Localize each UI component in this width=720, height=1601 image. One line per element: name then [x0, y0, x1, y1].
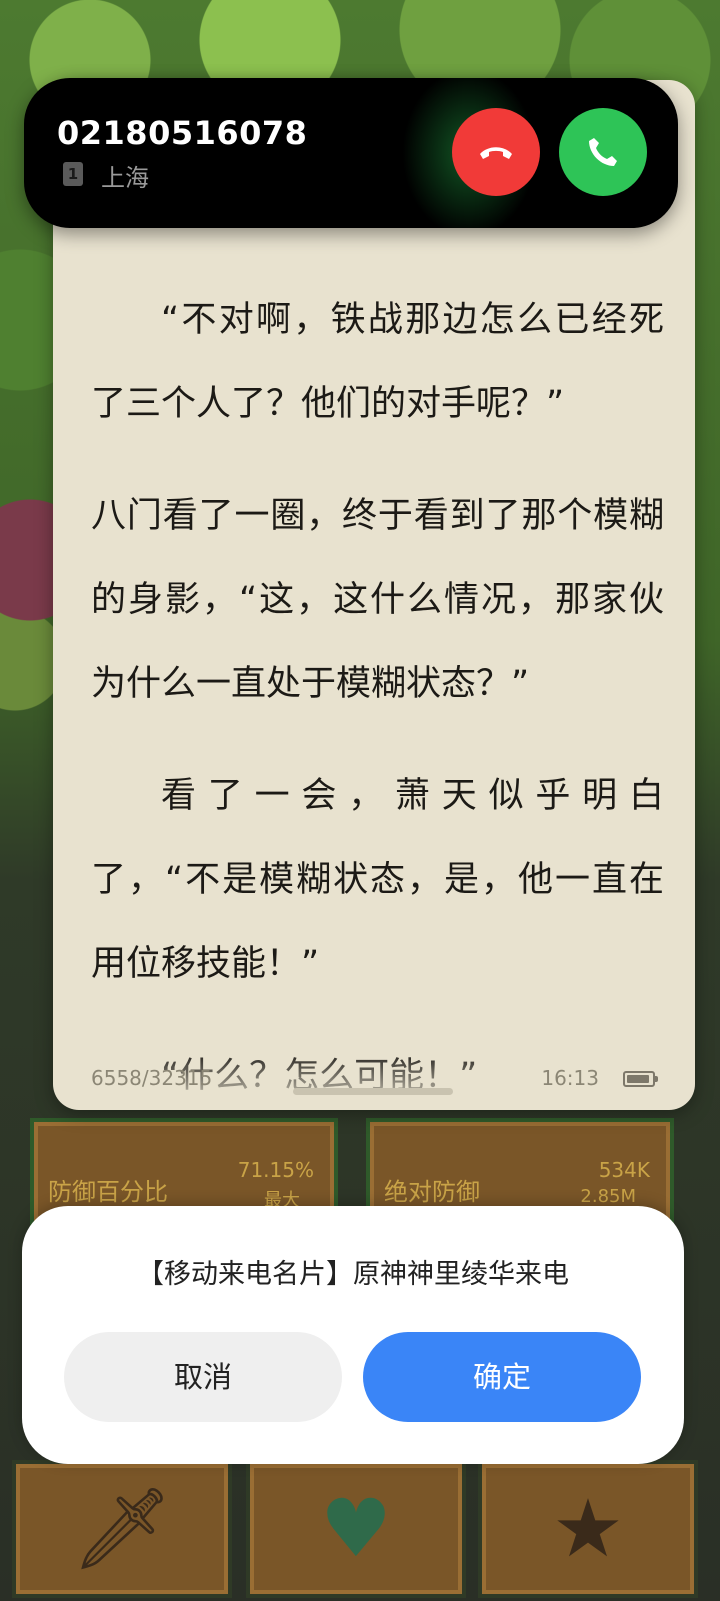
decline-call-button[interactable]	[452, 108, 540, 196]
cancel-button[interactable]: 取消	[64, 1332, 342, 1422]
game-tab-weapon[interactable]: 🗡	[12, 1460, 232, 1598]
incoming-call-notification[interactable]: 02180516078 1 上海	[24, 78, 678, 228]
paragraph-2: 八门看了一圈，终于看到了那个模糊的身影，“这，这什么情况，那家伙为什么一直处于模…	[91, 496, 664, 704]
game-tab-star[interactable]: ★	[478, 1460, 698, 1598]
paragraph-3: 看了一会，萧天似乎明白了，“不是模糊状态，是，他一直在用位移技能！”	[91, 776, 664, 984]
phone-hangup-icon	[480, 147, 512, 159]
absolute-defense-sub: 2.85M	[580, 1186, 636, 1207]
dialog-message: 【移动来电名片】原神神里绫华来电	[137, 1259, 569, 1290]
battery-icon	[623, 1071, 658, 1087]
sword-icon: 🗡	[71, 1482, 173, 1575]
phone-icon	[589, 138, 617, 166]
reader-footer: 6558/32315 16:13	[91, 1066, 658, 1096]
accept-call-button[interactable]	[559, 108, 647, 196]
call-card-dialog: 【移动来电名片】原神神里绫华来电 取消 确定	[22, 1206, 684, 1464]
star-icon: ★	[552, 1482, 624, 1575]
defense-percent-value: 71.15%	[237, 1158, 314, 1182]
reader-text[interactable]: “不对啊，铁战那边怎么已经死了三个人了？他们的对手呢？” 八门看了一圈，终于看到…	[91, 278, 664, 1110]
absolute-defense-label: 绝对防御	[384, 1178, 480, 1206]
novel-reader-panel[interactable]: “不对啊，铁战那边怎么已经死了三个人了？他们的对手呢？” 八门看了一圈，终于看到…	[53, 80, 695, 1110]
reader-clock: 16:13	[541, 1066, 599, 1090]
caller-number: 02180516078	[57, 114, 308, 152]
absolute-defense-value: 534K	[598, 1158, 650, 1182]
paragraph-1: “不对啊，铁战那边怎么已经死了三个人了？他们的对手呢？”	[91, 300, 664, 424]
heart-icon: ♥	[320, 1482, 392, 1575]
sim-slot-badge: 1	[63, 162, 83, 186]
caller-location: 上海	[101, 164, 149, 192]
reading-progress: 6558/32315	[91, 1066, 213, 1090]
confirm-button[interactable]: 确定	[363, 1332, 641, 1422]
defense-percent-label: 防御百分比	[48, 1178, 168, 1206]
game-tab-health[interactable]: ♥	[246, 1460, 466, 1598]
